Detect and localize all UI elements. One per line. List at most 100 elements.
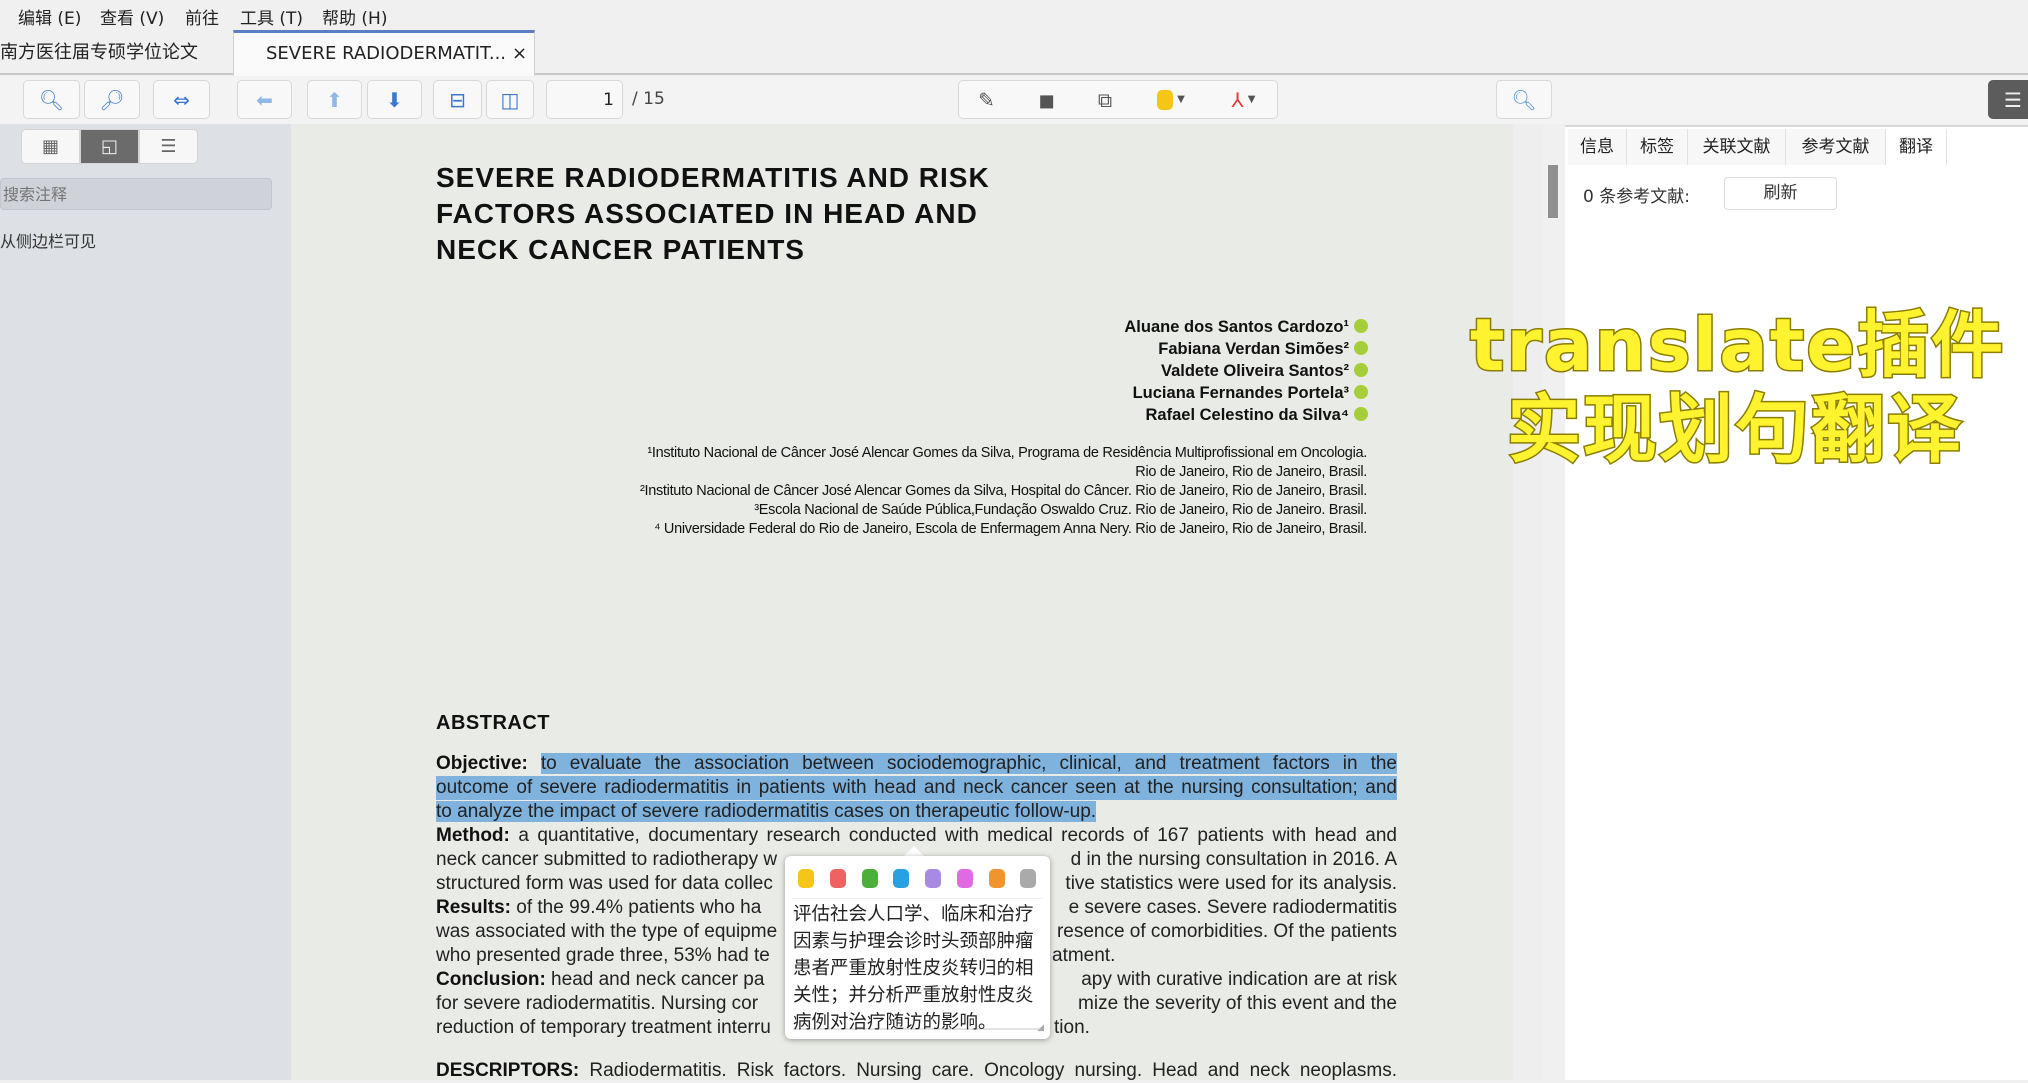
abstract-line-right: tive statistics were used for its analys… — [1065, 873, 1397, 894]
abstract-heading: ABSTRACT — [436, 712, 550, 734]
annotation-icon: ◱ — [100, 136, 118, 157]
fit-width-button[interactable]: ⇔ — [153, 80, 210, 119]
orcid-icon[interactable] — [1354, 363, 1368, 377]
tab-library[interactable]: 南方医往届专硕学位论文 — [0, 30, 232, 75]
outline-list-icon: ☰ — [160, 136, 177, 157]
area-select-button[interactable]: ⧉ — [1077, 80, 1133, 119]
tab-bar: 南方医往届专硕学位论文 SEVERE RADIODERMATIT... × — [0, 30, 2028, 76]
descriptors-text: Radiodermatitis. Risk factors. Nursing c… — [579, 1060, 1397, 1081]
arrow-up-icon: ⬆ — [326, 87, 343, 112]
menu-tools[interactable]: 工具 (T) — [240, 4, 303, 29]
scrollbar-thumb[interactable] — [1548, 165, 1558, 218]
single-page-icon: ⊟ — [449, 87, 466, 112]
tab-document[interactable]: SEVERE RADIODERMATIT... × — [233, 30, 535, 76]
search-button[interactable]: 🔍︎ — [1496, 80, 1552, 119]
results-label: Results: — [436, 897, 511, 918]
abstract-line-left: reduction of temporary treatment interru — [436, 1017, 771, 1038]
menu-help[interactable]: 帮助 (H) — [322, 4, 387, 29]
abstract-line-right: mize the severity of this event and the — [1078, 993, 1397, 1014]
color-orange-swatch[interactable] — [989, 869, 1005, 888]
abstract-line-left: structured form was used for data collec — [436, 873, 773, 894]
color-blue-swatch[interactable] — [893, 869, 909, 888]
back-button[interactable]: ⬅ — [237, 80, 292, 119]
conclusion-label: Conclusion: — [436, 969, 546, 990]
author-name: Rafael Celestino da Silva⁴ — [1145, 406, 1350, 424]
color-swatch-icon — [1157, 89, 1174, 110]
orcid-icon[interactable] — [1354, 385, 1368, 399]
affiliation: ¹Instituto Nacional de Câncer José Alenc… — [647, 445, 1367, 461]
arrow-down-icon: ⬇ — [386, 87, 403, 112]
orcid-icon[interactable] — [1354, 341, 1368, 355]
color-magenta-swatch[interactable] — [957, 869, 973, 888]
tab-tags[interactable]: 标签 — [1627, 129, 1688, 165]
double-page-icon: ◫ — [500, 87, 520, 112]
abstract-line-left: for severe radiodermatitis. Nursing cor — [436, 993, 759, 1014]
screenshot-icon: ⧉ — [1097, 87, 1113, 112]
highlight-color-button[interactable]: ▼ — [1138, 80, 1204, 119]
method-label: Method: — [436, 825, 510, 846]
color-purple-swatch[interactable] — [925, 869, 941, 888]
menu-view[interactable]: 查看 (V) — [100, 4, 164, 29]
next-page-button[interactable]: ⬇ — [367, 80, 422, 119]
sidebar-note: 从侧边栏可见 — [0, 232, 97, 251]
menu-edit[interactable]: 编辑 (E) — [18, 4, 81, 29]
pen-button[interactable]: ✎ — [958, 80, 1015, 119]
right-panel: 信息 标签 关联文献 参考文献 翻译 0 条参考文献: 刷新 — [1565, 125, 2028, 1080]
abstract-line-left: Results: of the 99.4% patients who ha — [436, 896, 761, 920]
pdf-export-button[interactable]: ⅄ ▼ — [1209, 80, 1278, 119]
abstract-line-left: who presented grade three, 53% had te — [436, 945, 770, 966]
zoom-in-button[interactable]: 🔎︎ — [84, 80, 140, 119]
toolbar: 🔍︎ 🔎︎ ⇔ ⬅ ⬆ ⬇ ⊟ ◫ 1 / 15 ✎ ◼ ⧉ ▼ ⅄ ▼ 🔍︎ ☰ — [0, 76, 2028, 124]
tab-references[interactable]: 参考文献 — [1786, 129, 1886, 165]
affiliation: ²Instituto Nacional de Câncer José Alenc… — [639, 483, 1367, 499]
zoom-in-icon: 🔎︎ — [99, 87, 125, 112]
selected-text[interactable]: outcome of severe radiodermatitis in pat… — [436, 776, 1397, 800]
color-yellow-swatch[interactable] — [798, 869, 814, 888]
color-gray-swatch[interactable] — [1020, 869, 1036, 888]
menu-go[interactable]: 前往 — [185, 4, 219, 29]
search-icon: 🔍︎ — [1511, 87, 1537, 112]
page-number-input[interactable]: 1 — [546, 80, 623, 119]
tab-translate[interactable]: 翻译 — [1886, 129, 1947, 165]
author-name: Valdete Oliveira Santos² — [1161, 362, 1349, 380]
arrow-left-icon: ⬅ — [256, 87, 273, 112]
descriptors-label: DESCRIPTORS: — [436, 1060, 580, 1081]
previous-page-button[interactable]: ⬆ — [307, 80, 362, 119]
annotation-search-input[interactable] — [0, 178, 272, 210]
popup-pointer — [904, 846, 924, 856]
zoom-out-button[interactable]: 🔍︎ — [23, 80, 80, 119]
orcid-icon[interactable] — [1354, 319, 1368, 333]
abstract-line: to analyze the impact of severe radioder… — [436, 800, 1097, 824]
note-button[interactable]: ◼ — [1020, 80, 1073, 119]
chevron-down-icon: ▼ — [1177, 94, 1185, 105]
single-page-button[interactable]: ⊟ — [433, 80, 482, 119]
annotations-view-button[interactable]: ◱ — [80, 129, 139, 164]
thumbnails-view-button[interactable]: ▦ — [21, 129, 80, 164]
title-line: NECK CANCER PATIENTS — [436, 234, 805, 265]
close-tab-icon[interactable]: × — [512, 43, 527, 64]
tab-info[interactable]: 信息 — [1568, 129, 1627, 165]
resize-grip-icon[interactable]: ◢ — [1037, 1023, 1044, 1033]
title-line: FACTORS ASSOCIATED IN HEAD AND — [436, 198, 978, 229]
color-green-swatch[interactable] — [862, 869, 878, 888]
thumbnails-icon: ▦ — [41, 136, 59, 157]
double-page-button[interactable]: ◫ — [486, 80, 534, 119]
outline-view-button[interactable]: ☰ — [139, 129, 198, 164]
orcid-icon[interactable] — [1354, 407, 1368, 421]
author: Rafael Celestino da Silva⁴ — [1145, 406, 1368, 425]
author: Fabiana Verdan Simões² — [1158, 340, 1368, 359]
translation-text[interactable]: 评估社会人口学、临床和治疗因素与护理会诊时头颈部肿瘤患者严重放射性皮炎转归的相关… — [793, 898, 1043, 1033]
selected-text[interactable]: to evaluate the association between soci… — [540, 753, 1397, 774]
method-text: a quantitative, documentary research con… — [518, 825, 1397, 846]
left-sidebar: ▦ ◱ ☰ 从侧边栏可见 — [0, 124, 291, 1080]
title-line: SEVERE RADIODERMATITIS AND RISK — [436, 162, 990, 193]
toggle-right-panel-button[interactable]: ☰ — [1988, 80, 2028, 119]
viewer-margin — [1513, 124, 1543, 1080]
list-icon: ☰ — [2004, 87, 2022, 112]
color-red-swatch[interactable] — [830, 869, 846, 888]
note-icon: ◼ — [1038, 87, 1055, 112]
abstract-line: Method: a quantitative, documentary rese… — [436, 824, 1397, 848]
tab-related[interactable]: 关联文献 — [1688, 129, 1786, 165]
selected-text[interactable]: to analyze the impact of severe radioder… — [436, 801, 1097, 822]
refresh-button[interactable]: 刷新 — [1724, 177, 1837, 210]
